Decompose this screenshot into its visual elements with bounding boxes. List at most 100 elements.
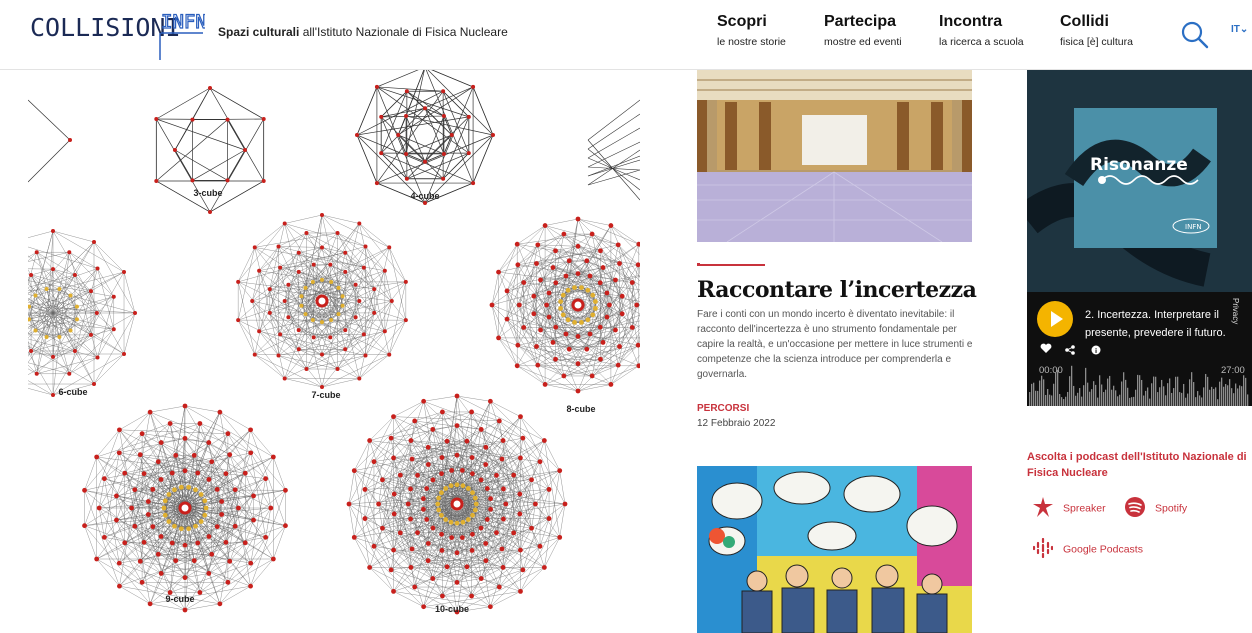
nav-collidi[interactable]: Collidi fisica [è] cultura — [1060, 13, 1133, 48]
article-image-2[interactable] — [697, 466, 972, 633]
search-icon[interactable] — [1180, 20, 1210, 50]
vertex — [518, 414, 523, 420]
article-category[interactable]: PERCORSI — [697, 403, 749, 414]
vertex — [374, 84, 379, 89]
vertex — [191, 558, 197, 564]
logo-collisioni: COLLISIONI — [30, 13, 181, 42]
vertex — [404, 114, 409, 119]
vertex — [561, 373, 567, 379]
vertex — [114, 493, 119, 499]
hypercube-projection: 4-cube — [355, 65, 495, 205]
vertex — [72, 273, 77, 278]
vertex — [397, 472, 403, 478]
podcast-brand: INFN — [1185, 223, 1202, 231]
partial-projection — [587, 99, 641, 201]
vertex — [546, 314, 552, 320]
vertex — [329, 279, 334, 284]
waveform-bar — [1077, 392, 1079, 406]
vertex — [209, 551, 215, 557]
vertex — [535, 362, 541, 368]
vertex — [387, 245, 392, 250]
svg-text:i: i — [1095, 348, 1097, 355]
article-title[interactable]: Raccontare l’incertezza — [697, 277, 977, 303]
vertex — [593, 299, 598, 304]
cube-label: 7-cube — [311, 390, 340, 400]
vertex — [575, 388, 581, 394]
vertex — [67, 250, 72, 255]
vertex — [304, 230, 309, 235]
vertex — [516, 302, 522, 308]
vertex — [320, 320, 324, 325]
vertex — [585, 317, 591, 323]
vertex — [74, 317, 79, 322]
vertex — [116, 560, 122, 566]
cube-label: 8-cube — [566, 404, 595, 414]
waveform-bar — [1197, 391, 1199, 406]
vertex — [95, 266, 100, 271]
waveform-bar — [1201, 397, 1203, 406]
spotify-icon — [1125, 497, 1145, 520]
article-image[interactable] — [697, 70, 972, 242]
vertex — [533, 501, 538, 507]
privacy-link[interactable]: Privacy — [1231, 298, 1240, 324]
vertex — [68, 328, 73, 333]
vertex — [193, 523, 198, 529]
vertex — [396, 133, 401, 137]
vertex — [494, 472, 499, 478]
google-podcasts-link[interactable]: Google Podcasts — [1032, 537, 1143, 561]
waveform-bar — [1241, 386, 1243, 406]
vertex — [444, 438, 450, 444]
vertex — [92, 239, 96, 244]
vertex — [88, 289, 93, 294]
vertex — [575, 216, 581, 222]
spreaker-link[interactable]: Spreaker — [1033, 497, 1106, 520]
vertex — [328, 335, 333, 340]
vertex — [248, 560, 254, 566]
vertex — [459, 535, 465, 541]
vertex — [430, 576, 436, 581]
vertex — [466, 114, 471, 119]
spotify-link[interactable]: Spotify — [1125, 497, 1187, 520]
vertex — [336, 285, 341, 290]
vertex — [496, 269, 501, 275]
vertex — [137, 452, 143, 458]
nav-incontra[interactable]: Incontra la ricerca a scuola — [939, 13, 1024, 48]
vertex — [155, 459, 161, 465]
vertex — [296, 269, 301, 274]
podcast-cta[interactable]: Ascolta i podcast dell'Istituto Nazional… — [1027, 449, 1252, 481]
vertex — [598, 248, 603, 254]
waveform-bar — [1195, 397, 1197, 406]
vertex — [214, 486, 220, 492]
vertex — [283, 523, 288, 529]
vertex — [252, 245, 257, 250]
vertex — [412, 584, 418, 590]
vertex — [367, 565, 373, 570]
nav-scopri[interactable]: Scopri le nostre storie — [717, 13, 786, 48]
vertex — [133, 311, 137, 315]
vertex — [550, 265, 556, 270]
vertex — [286, 315, 291, 320]
language-selector[interactable]: IT⌄ — [1231, 24, 1248, 35]
vertex — [270, 454, 276, 460]
vertex — [186, 484, 192, 490]
nav-subtitle: fisica [è] cultura — [1060, 36, 1133, 48]
vertex — [34, 371, 39, 376]
vertex — [562, 501, 568, 507]
vertex — [155, 551, 161, 557]
vertex — [182, 607, 188, 613]
vertex — [101, 534, 107, 540]
vertex — [529, 525, 534, 531]
hypercube-projection: 6-cube — [0, 229, 137, 397]
vertex — [186, 526, 192, 532]
vertex — [389, 299, 394, 303]
play-button[interactable] — [1037, 301, 1073, 337]
vertex — [520, 435, 526, 441]
vertex — [449, 467, 455, 473]
site-logo[interactable]: COLLISIONI INFN — [30, 6, 207, 62]
vertex — [132, 487, 138, 493]
vertex — [604, 314, 610, 320]
nav-partecipa[interactable]: Partecipa mostre ed eventi — [824, 13, 902, 48]
vertex — [145, 499, 151, 504]
vertex — [484, 517, 490, 522]
vertex — [572, 285, 577, 290]
